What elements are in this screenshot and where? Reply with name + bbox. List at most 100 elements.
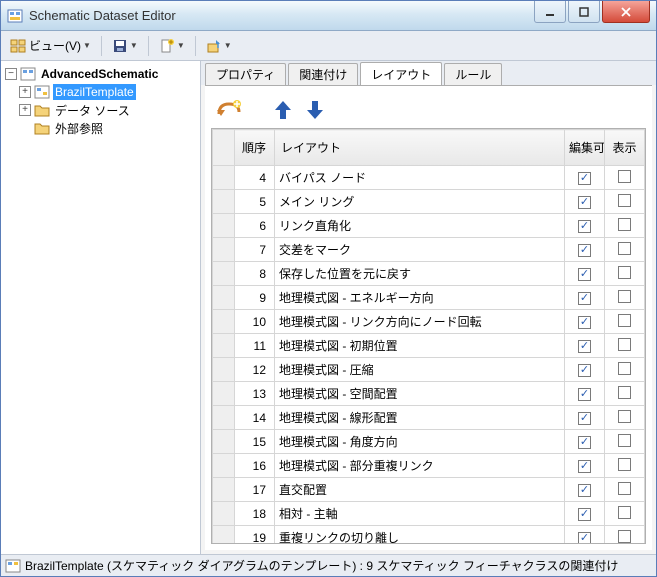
table-row[interactable]: 14地理模式図 - 線形配置 [213,406,645,430]
new-item-button[interactable]: ▼ [154,35,190,57]
checkbox-icon[interactable] [618,482,631,495]
editable-cell[interactable] [565,358,605,382]
row-selector[interactable] [213,358,235,382]
row-selector[interactable] [213,310,235,334]
checkbox-icon[interactable] [578,244,591,257]
row-selector[interactable] [213,214,235,238]
checkbox-icon[interactable] [578,460,591,473]
display-cell[interactable] [605,454,645,478]
view-menu[interactable]: ビュー(V) ▼ [5,35,96,57]
editable-cell[interactable] [565,382,605,406]
table-row[interactable]: 7交差をマーク [213,238,645,262]
display-cell[interactable] [605,238,645,262]
order-header[interactable]: 順序 [235,130,275,166]
display-cell[interactable] [605,166,645,190]
checkbox-icon[interactable] [578,268,591,281]
display-cell[interactable] [605,526,645,545]
row-selector[interactable] [213,406,235,430]
tree-root[interactable]: − AdvancedSchematic [3,65,198,83]
editable-cell[interactable] [565,526,605,545]
checkbox-icon[interactable] [618,362,631,375]
display-cell[interactable] [605,502,645,526]
minimize-button[interactable] [534,1,566,23]
row-selector[interactable] [213,238,235,262]
checkbox-icon[interactable] [578,484,591,497]
checkbox-icon[interactable] [618,386,631,399]
editable-header[interactable]: 編集可能 [565,130,605,166]
maximize-button[interactable] [568,1,600,23]
checkbox-icon[interactable] [618,218,631,231]
checkbox-icon[interactable] [618,170,631,183]
tab[interactable]: ルール [444,63,502,85]
editable-cell[interactable] [565,454,605,478]
display-header[interactable]: 表示 [605,130,645,166]
editable-cell[interactable] [565,502,605,526]
checkbox-icon[interactable] [578,532,591,544]
table-row[interactable]: 17直交配置 [213,478,645,502]
display-cell[interactable] [605,358,645,382]
checkbox-icon[interactable] [578,292,591,305]
checkbox-icon[interactable] [578,316,591,329]
layout-header[interactable]: レイアウト [275,130,565,166]
row-selector[interactable] [213,334,235,358]
editable-cell[interactable] [565,430,605,454]
row-selector[interactable] [213,454,235,478]
checkbox-icon[interactable] [618,338,631,351]
tree-item[interactable]: +BrazilTemplate [3,83,198,101]
row-selector[interactable] [213,190,235,214]
editable-cell[interactable] [565,406,605,430]
table-row[interactable]: 12地理模式図 - 圧縮 [213,358,645,382]
checkbox-icon[interactable] [578,364,591,377]
editable-cell[interactable] [565,166,605,190]
move-down-button[interactable] [303,98,327,122]
tab[interactable]: 関連付け [288,63,358,85]
editable-cell[interactable] [565,238,605,262]
table-row[interactable]: 8保存した位置を元に戻す [213,262,645,286]
row-selector[interactable] [213,382,235,406]
checkbox-icon[interactable] [618,290,631,303]
table-row[interactable]: 11地理模式図 - 初期位置 [213,334,645,358]
checkbox-icon[interactable] [618,314,631,327]
checkbox-icon[interactable] [618,506,631,519]
checkbox-icon[interactable] [618,530,631,543]
close-button[interactable] [602,1,650,23]
tab[interactable]: レイアウト [360,62,442,85]
editable-cell[interactable] [565,478,605,502]
table-row[interactable]: 5メイン リング [213,190,645,214]
checkbox-icon[interactable] [578,220,591,233]
display-cell[interactable] [605,478,645,502]
editable-cell[interactable] [565,310,605,334]
display-cell[interactable] [605,382,645,406]
save-button[interactable]: ▼ [107,35,143,57]
checkbox-icon[interactable] [578,172,591,185]
display-cell[interactable] [605,214,645,238]
checkbox-icon[interactable] [578,196,591,209]
checkbox-icon[interactable] [578,340,591,353]
table-row[interactable]: 9地理模式図 - エネルギー方向 [213,286,645,310]
tree-item[interactable]: 外部参照 [3,119,198,137]
checkbox-icon[interactable] [618,458,631,471]
expand-icon[interactable]: + [19,86,31,98]
editable-cell[interactable] [565,214,605,238]
table-row[interactable]: 15地理模式図 - 角度方向 [213,430,645,454]
collapse-icon[interactable]: − [5,68,17,80]
checkbox-icon[interactable] [578,388,591,401]
layout-grid[interactable]: 順序 レイアウト 編集可能 表示 4バイパス ノード5メイン リング6リンク直角… [211,128,646,544]
editable-cell[interactable] [565,190,605,214]
checkbox-icon[interactable] [578,412,591,425]
editable-cell[interactable] [565,262,605,286]
row-selector[interactable] [213,526,235,545]
table-row[interactable]: 6リンク直角化 [213,214,645,238]
checkbox-icon[interactable] [618,434,631,447]
import-button[interactable]: ▼ [201,35,237,57]
row-selector[interactable] [213,286,235,310]
row-selector[interactable] [213,262,235,286]
checkbox-icon[interactable] [618,242,631,255]
checkbox-icon[interactable] [578,508,591,521]
display-cell[interactable] [605,334,645,358]
display-cell[interactable] [605,310,645,334]
table-row[interactable]: 4バイパス ノード [213,166,645,190]
display-cell[interactable] [605,286,645,310]
checkbox-icon[interactable] [578,436,591,449]
editable-cell[interactable] [565,286,605,310]
